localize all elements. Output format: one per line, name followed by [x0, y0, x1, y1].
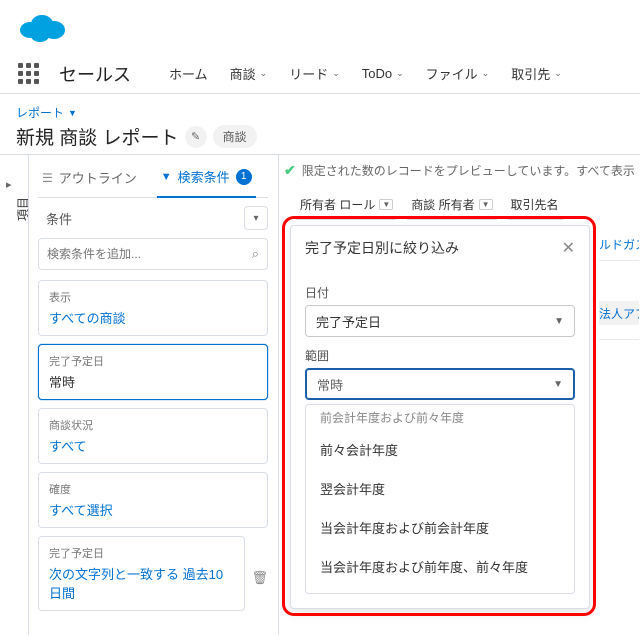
search-icon: ⌕	[252, 246, 259, 262]
close-icon: ✕	[562, 240, 575, 257]
filter-card-show[interactable]: 表示 すべての商談	[38, 280, 268, 336]
caret-right-icon: ▸	[6, 178, 12, 191]
dropdown-option[interactable]: 前会計年度および前々年度	[306, 405, 574, 430]
range-field-select[interactable]: 常時 ▼	[305, 368, 575, 400]
dropdown-option[interactable]: 翌会計年度	[306, 469, 574, 508]
builder-tabs: ☰ アウトライン ▼ 検索条件 1	[38, 158, 268, 198]
row-fragment[interactable]: 法人アプ	[599, 301, 639, 325]
report-type-chip: 商談	[213, 125, 257, 148]
preview-banner: ✔ 限定された数のレコードをプレビューしています。すべて表示	[284, 162, 635, 179]
filter-count-badge: 1	[236, 169, 252, 185]
app-launcher-icon[interactable]	[18, 63, 39, 84]
date-field-label: 日付	[305, 284, 575, 301]
filter-menu-button[interactable]: ▾	[244, 206, 268, 230]
nav-leads[interactable]: リード⌄	[289, 64, 340, 83]
nav-home[interactable]: ホーム	[169, 64, 208, 83]
popover-title: 完了予定日別に絞り込み	[305, 238, 459, 258]
funnel-icon: ▼	[161, 171, 172, 183]
chevron-down-icon: ⌄	[260, 68, 268, 79]
panel-heading: 条件	[46, 209, 72, 228]
chevron-down-icon[interactable]: ▼	[379, 199, 393, 210]
chevron-down-icon[interactable]: ▼	[479, 199, 493, 210]
chevron-down-icon: ⌄	[482, 68, 490, 79]
nav-todo[interactable]: ToDo⌄	[362, 66, 404, 81]
filter-card-stage[interactable]: 商談状況 すべて	[38, 408, 268, 464]
check-icon: ✔	[284, 162, 296, 179]
chevron-down-icon: ⌄	[396, 68, 404, 79]
fields-side-tab[interactable]: ▸ 項目	[0, 168, 38, 185]
chevron-down-icon: ▼	[554, 316, 564, 327]
filter-panel: 条件 ▾ ⌕ 表示 すべての商談 完了予定日 常時 商談状況 すべて 確度 すべ…	[38, 198, 268, 619]
breadcrumb[interactable]: レポート▼	[16, 104, 624, 121]
column-account[interactable]: 取引先名	[507, 190, 563, 220]
range-dropdown[interactable]: 前会計年度および前々年度 前々会計年度 翌会計年度 当会計年度および前会計年度 …	[305, 404, 575, 594]
delete-filter-button[interactable]: 🗑	[251, 570, 268, 586]
column-headers: 所有者 ロール▼ 商談 所有者▼ 取引先名	[296, 190, 563, 220]
dropdown-option[interactable]: 当会計年度および前会計年度	[306, 508, 574, 547]
chevron-down-icon: ▼	[553, 379, 563, 390]
chevron-down-icon: ▾	[253, 213, 258, 224]
dropdown-option[interactable]: 当会計年度および翌会計年度	[306, 586, 574, 594]
filter-card-probability[interactable]: 確度 すべて選択	[38, 472, 268, 528]
filter-card-custom[interactable]: 完了予定日 次の文字列と一致する 過去10日間	[38, 536, 245, 611]
pencil-icon: ✎	[191, 130, 200, 143]
filter-card-close-date[interactable]: 完了予定日 常時	[38, 344, 268, 400]
nav-opportunities[interactable]: 商談⌄	[230, 64, 268, 83]
date-field-select[interactable]: 完了予定日 ▼	[305, 305, 575, 337]
salesforce-logo	[18, 10, 66, 47]
chevron-down-icon: ⌄	[332, 68, 340, 79]
app-name: セールス	[59, 61, 131, 87]
dropdown-option[interactable]: 当会計年度および前年度、前々年度	[306, 547, 574, 586]
tab-outline[interactable]: ☰ アウトライン	[38, 168, 141, 187]
search-input[interactable]	[47, 247, 252, 261]
report-header: レポート▼ 新規 商談 レポート ✎ 商談	[16, 104, 624, 150]
outline-icon: ☰	[42, 171, 53, 185]
column-owner-role[interactable]: 所有者 ロール▼	[296, 190, 397, 220]
close-button[interactable]: ✕	[562, 238, 575, 258]
add-filter-search[interactable]: ⌕	[38, 238, 268, 270]
tab-filters[interactable]: ▼ 検索条件 1	[157, 158, 256, 198]
row-fragment[interactable]: ルドガス	[599, 232, 639, 256]
range-field-label: 範囲	[305, 347, 575, 364]
date-filter-popover: 完了予定日別に絞り込み ✕ 日付 完了予定日 ▼ 範囲 常時 ▼ 前会計年度およ…	[290, 225, 590, 609]
column-opp-owner[interactable]: 商談 所有者▼	[407, 190, 496, 220]
nav-files[interactable]: ファイル⌄	[426, 64, 490, 83]
edit-title-button[interactable]: ✎	[185, 126, 207, 148]
nav-contacts[interactable]: 取引先⌄	[511, 64, 562, 83]
chevron-down-icon: ⌄	[554, 68, 562, 79]
page-title: 新規 商談 レポート	[16, 123, 179, 150]
dropdown-option[interactable]: 前々会計年度	[306, 430, 574, 469]
trash-icon: 🗑	[251, 570, 268, 585]
global-nav: セールス ホーム 商談⌄ リード⌄ ToDo⌄ ファイル⌄ 取引先⌄	[0, 54, 640, 94]
